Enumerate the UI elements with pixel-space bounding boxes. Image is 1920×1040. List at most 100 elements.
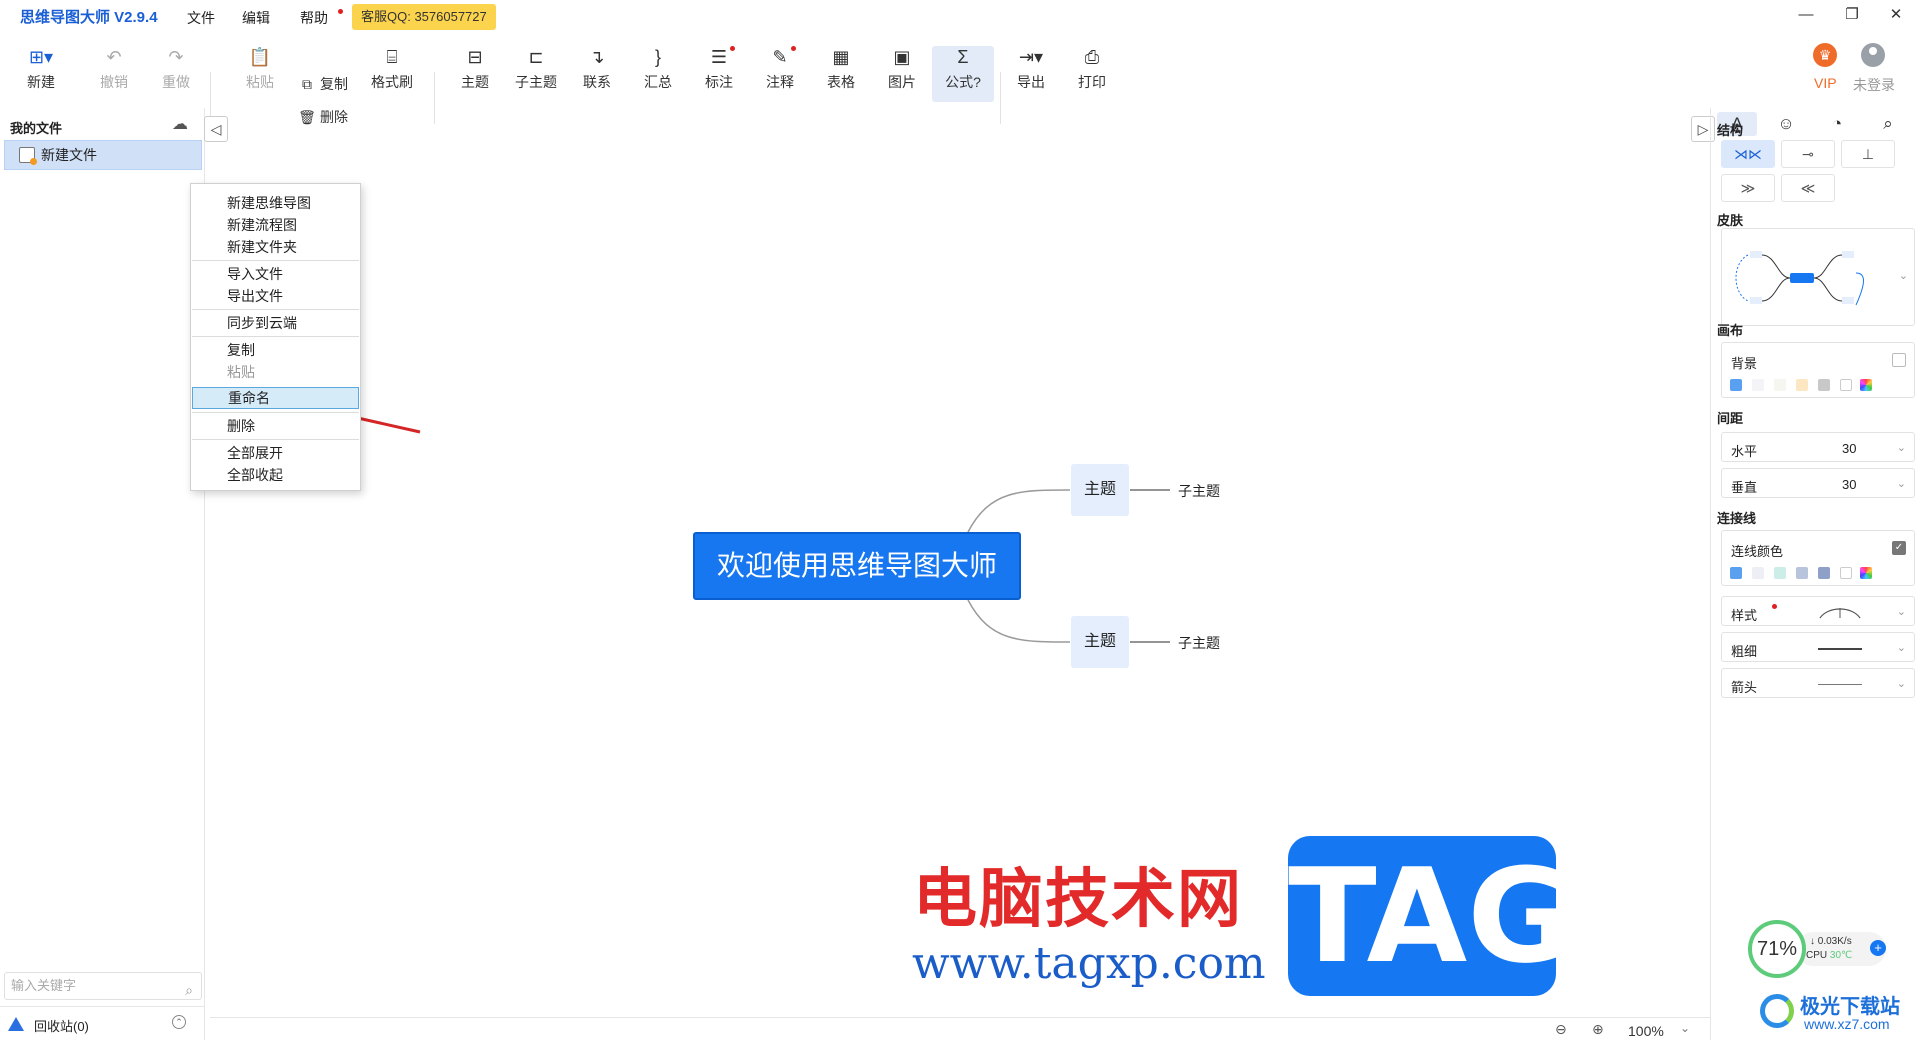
file-item-new[interactable]: 新建文件: [4, 140, 202, 170]
chevron-down-icon[interactable]: ⌄: [1897, 605, 1906, 618]
line-style-select[interactable]: 样式 ⌄: [1721, 596, 1915, 626]
paste-label: 粘贴: [246, 74, 274, 90]
menu-edit[interactable]: 编辑: [242, 8, 270, 28]
menu-delete[interactable]: 删除: [192, 415, 359, 437]
menu-import-file[interactable]: 导入文件: [192, 263, 359, 285]
topic-button[interactable]: ⊟ 主题: [447, 46, 503, 102]
tab-icons[interactable]: ☺: [1766, 112, 1806, 136]
bg-swatch[interactable]: [1818, 379, 1830, 391]
menu-rename[interactable]: 重命名: [192, 387, 359, 409]
recycle-bin-icon[interactable]: [8, 1017, 24, 1031]
bg-swatch[interactable]: [1774, 379, 1786, 391]
subtopic-node[interactable]: 子主题: [1178, 633, 1220, 653]
menu-collapse-all[interactable]: 全部收起: [192, 464, 359, 486]
skin-preview[interactable]: ⌄: [1721, 228, 1915, 326]
table-button[interactable]: ▦ 表格: [813, 46, 869, 102]
formula-button[interactable]: Σ 公式?: [932, 46, 994, 102]
bg-swatch[interactable]: [1796, 379, 1808, 391]
mark-button[interactable]: ☰ 标注: [691, 46, 747, 102]
line-swatch[interactable]: [1796, 567, 1808, 579]
undo-button[interactable]: ↶ 撤销: [86, 46, 142, 102]
menu-paste[interactable]: 粘贴: [192, 361, 359, 383]
new-button[interactable]: ⊞▾ 新建: [13, 46, 69, 102]
line-swatch[interactable]: [1774, 567, 1786, 579]
export-button[interactable]: ⇥▾ 导出: [1003, 46, 1059, 102]
close-button[interactable]: ✕: [1876, 2, 1916, 28]
recycle-bin-label[interactable]: 回收站(0): [34, 1016, 89, 1035]
image-button[interactable]: ▣ 图片: [874, 46, 930, 102]
login-label[interactable]: 未登录: [1853, 75, 1895, 95]
chevron-down-icon[interactable]: ⌄: [1897, 641, 1906, 654]
menu-sync-cloud[interactable]: 同步到云端: [192, 312, 359, 334]
note-button[interactable]: ✎ 注释: [752, 46, 808, 102]
structure-mindmap-button[interactable]: ⋊⋉: [1721, 140, 1775, 168]
line-swatch[interactable]: [1730, 567, 1742, 579]
bg-swatch[interactable]: [1752, 379, 1764, 391]
menu-export-file[interactable]: 导出文件: [192, 285, 359, 307]
subtopic-button[interactable]: ⊏ 子主题: [508, 46, 564, 102]
structure-right-button[interactable]: ⊸: [1781, 140, 1835, 168]
bg-swatch[interactable]: [1730, 379, 1742, 391]
menu-new-mindmap[interactable]: 新建思维导图: [192, 192, 359, 214]
relation-button[interactable]: ↴ 联系: [569, 46, 625, 102]
format-brush-button[interactable]: ⌸ 格式刷: [364, 46, 420, 102]
line-swatch[interactable]: [1818, 567, 1830, 579]
topic-node[interactable]: 主题: [1071, 616, 1129, 668]
add-icon[interactable]: +: [1870, 940, 1886, 956]
print-button[interactable]: ⎙ 打印: [1064, 46, 1120, 102]
bg-swatch-transparent[interactable]: [1840, 379, 1852, 391]
line-swatch[interactable]: [1752, 567, 1764, 579]
bg-swatch-custom[interactable]: [1860, 379, 1872, 391]
performance-widget[interactable]: ↓ 0.03K/s CPU 30℃ + 71%: [1748, 920, 1898, 978]
zoom-out-icon[interactable]: ⊖: [1555, 1021, 1567, 1038]
right-structure-icon: ⊸: [1802, 146, 1814, 162]
zoom-level[interactable]: 100%: [1628, 1023, 1664, 1039]
redo-label: 重做: [162, 74, 190, 90]
search-icon[interactable]: ⌕: [185, 977, 193, 1003]
paste-button[interactable]: 📋 粘贴: [232, 46, 288, 102]
vip-crown-icon[interactable]: ♛: [1813, 43, 1837, 67]
line-thickness-select[interactable]: 粗细 ⌄: [1721, 632, 1915, 662]
topic-node[interactable]: 主题: [1071, 464, 1129, 516]
line-swatch-custom[interactable]: [1860, 567, 1872, 579]
chevron-down-icon[interactable]: ⌄: [1897, 677, 1906, 690]
chevron-down-icon[interactable]: ⌄: [1680, 1021, 1690, 1035]
user-avatar-icon[interactable]: [1861, 43, 1885, 67]
menu-file[interactable]: 文件: [187, 8, 215, 28]
horizontal-spacing-select[interactable]: 水平 30 ⌄: [1721, 432, 1915, 462]
line-color-checkbox[interactable]: ✓: [1892, 541, 1906, 555]
central-topic-node[interactable]: 欢迎使用思维导图大师: [693, 532, 1021, 600]
menu-copy[interactable]: 复制: [192, 339, 359, 361]
structure-org-button[interactable]: ⊥: [1841, 140, 1895, 168]
menu-help[interactable]: 帮助: [300, 8, 328, 28]
thickness-label: 粗细: [1731, 644, 1758, 659]
line-swatch-transparent[interactable]: [1840, 567, 1852, 579]
restore-button[interactable]: ❐: [1832, 2, 1872, 28]
minimize-button[interactable]: —: [1786, 2, 1826, 28]
subtopic-node[interactable]: 子主题: [1178, 481, 1220, 501]
qq-support-badge[interactable]: 客服QQ: 3576057727: [352, 4, 496, 30]
zoom-in-icon[interactable]: ⊕: [1592, 1021, 1604, 1038]
menu-separator: [192, 260, 359, 261]
redo-button[interactable]: ↷ 重做: [148, 46, 204, 102]
cloud-sync-icon[interactable]: ☁: [172, 114, 188, 134]
chevron-down-icon[interactable]: ⌄: [1899, 269, 1908, 282]
vip-label[interactable]: VIP: [1814, 75, 1837, 91]
structure-fishbone-left-button[interactable]: ≪: [1781, 174, 1835, 202]
background-checkbox[interactable]: [1892, 353, 1906, 367]
copy-button[interactable]: ⧉ 复制: [298, 74, 348, 96]
menu-new-flowchart[interactable]: 新建流程图: [192, 214, 359, 236]
chevron-down-icon[interactable]: ⌄: [1897, 441, 1906, 454]
vertical-spacing-select[interactable]: 垂直 30 ⌄: [1721, 468, 1915, 498]
menu-expand-all[interactable]: 全部展开: [192, 442, 359, 464]
structure-fishbone-right-button[interactable]: ≫: [1721, 174, 1775, 202]
tab-search[interactable]: ⌕: [1868, 112, 1908, 136]
chevron-up-icon[interactable]: ⌃: [172, 1015, 186, 1029]
summary-button[interactable]: } 汇总: [630, 46, 686, 102]
tab-theme[interactable]: ◔: [1817, 112, 1857, 136]
menu-new-folder[interactable]: 新建文件夹: [192, 236, 359, 258]
chevron-down-icon[interactable]: ⌄: [1897, 477, 1906, 490]
skin-heading: 皮肤: [1717, 213, 1744, 228]
search-input[interactable]: 输入关键字 ⌕: [4, 972, 202, 1000]
arrow-select[interactable]: 箭头 ⌄: [1721, 668, 1915, 698]
